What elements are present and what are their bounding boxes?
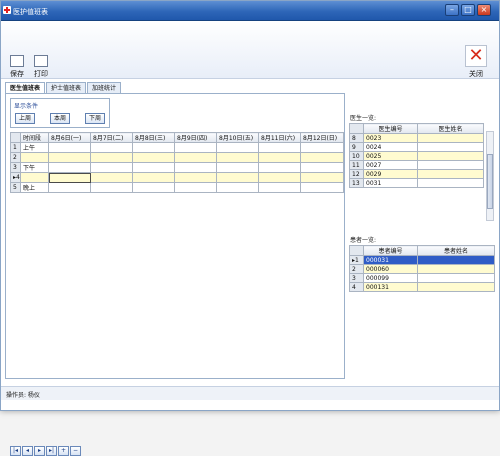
column-header[interactable]: 8月7日(二)	[90, 132, 133, 143]
column-header[interactable]: 医生姓名	[417, 123, 484, 134]
period-cell[interactable]: 晚上	[20, 182, 49, 193]
prev-week-button[interactable]: 上周	[15, 113, 35, 124]
table-row: 1 上午	[10, 142, 344, 153]
table-row[interactable]: 10 0025	[349, 151, 484, 161]
selected-cell[interactable]	[48, 172, 91, 183]
table-row[interactable]: 9 0024	[349, 142, 484, 152]
doctor-table: 医生编号 医生姓名 8 0023 9 0024 10 0025 11 0027 12 00…	[349, 123, 484, 188]
scrollbar-thumb[interactable]	[487, 154, 493, 209]
window-close-button[interactable]: ×	[477, 4, 491, 16]
table-row[interactable]: 4 000131	[349, 282, 495, 292]
doctor-list-label: 医生一览:	[350, 115, 377, 122]
tab-doctor-schedule[interactable]: 医生值班表	[5, 82, 46, 93]
column-header[interactable]: 8月12日(日)	[300, 132, 344, 143]
add-record-button[interactable]: +	[58, 446, 69, 456]
close-icon: ✕	[465, 45, 487, 67]
tab-strip: 医生值班表 护士值班表 加班统计	[5, 82, 122, 93]
filter-label: 显示条件	[14, 103, 39, 110]
doctor-scrollbar[interactable]	[486, 131, 494, 221]
patient-list-label: 患者一览:	[350, 237, 377, 244]
column-header[interactable]: 患者姓名	[417, 245, 495, 256]
table-row: 5 晚上	[10, 182, 344, 193]
filter-group: 显示条件 上周 本周 下周	[10, 98, 110, 128]
row-number: 5	[10, 182, 21, 193]
close-button[interactable]: ✕ 关闭	[461, 45, 491, 79]
row-number: 3	[10, 162, 21, 173]
maximize-button[interactable]: □	[461, 4, 475, 16]
table-row: 2	[10, 152, 344, 163]
minimize-button[interactable]: –	[445, 4, 459, 16]
save-icon	[10, 55, 24, 67]
schedule-table: 时间段 8月6日(一) 8月7日(二) 8月8日(三) 8月9日(四) 8月10…	[10, 132, 344, 193]
period-cell[interactable]	[20, 172, 49, 183]
status-text: 操作员: 杨仪	[6, 392, 40, 399]
delete-record-button[interactable]: −	[70, 446, 81, 456]
last-record-button[interactable]: ▸|	[46, 446, 57, 456]
period-cell[interactable]: 上午	[20, 142, 49, 153]
column-header[interactable]: 8月11日(六)	[258, 132, 301, 143]
column-header[interactable]: 8月6日(一)	[48, 132, 91, 143]
column-header[interactable]: 8月8日(三)	[132, 132, 175, 143]
patient-table: 患者编号 患者姓名 ▸1 000031 2 000060 3 000099 4 0001…	[349, 245, 495, 292]
period-cell[interactable]: 下午	[20, 162, 49, 173]
table-row[interactable]: 11 0027	[349, 160, 484, 170]
lookup-panel: 医生一览: 医生编号 医生姓名 8 0023 9 0024 10 0025 11 002…	[349, 93, 499, 379]
table-row[interactable]: 13 0031	[349, 178, 484, 188]
column-header[interactable]: 8月9日(四)	[174, 132, 217, 143]
table-row: 3 下午	[10, 162, 344, 173]
row-number: 2	[10, 152, 21, 163]
period-cell[interactable]	[20, 152, 49, 163]
first-record-button[interactable]: |◂	[10, 446, 21, 456]
row-number: 1	[10, 142, 21, 153]
table-row: ▸4	[10, 172, 344, 183]
save-button[interactable]: 保存	[7, 55, 27, 79]
current-week-button[interactable]: 本周	[50, 113, 70, 124]
status-bar: 操作员: 杨仪	[1, 386, 499, 400]
tab-overtime-stats[interactable]: 加班统计	[87, 82, 122, 93]
schedule-panel: 显示条件 上周 本周 下周 时间段 8月6日(一) 8月7日(二) 8月8日(三…	[5, 93, 345, 456]
toolbar: 保存 打印 ✕ 关闭	[1, 21, 499, 79]
prev-record-button[interactable]: ◂	[22, 446, 33, 456]
table-row[interactable]: 12 0029	[349, 169, 484, 179]
window-title: 医护值班表	[13, 8, 48, 16]
print-icon	[34, 55, 48, 67]
title-bar: 医护值班表 – □ ×	[1, 1, 499, 21]
app-cross-icon	[3, 6, 11, 14]
app-window: 医护值班表 – □ × 保存 打印 ✕ 关闭 医生值班表 护士值班表 加班统计 …	[0, 0, 500, 456]
column-header[interactable]: 患者编号	[363, 245, 418, 256]
tab-nurse-schedule[interactable]: 护士值班表	[46, 82, 87, 93]
table-row-selected[interactable]: ▸1 000031	[349, 255, 495, 265]
column-header[interactable]: 医生编号	[363, 123, 418, 134]
row-number: ▸4	[10, 172, 21, 183]
schedule-header-row: 时间段 8月6日(一) 8月7日(二) 8月8日(三) 8月9日(四) 8月10…	[10, 132, 344, 143]
print-button[interactable]: 打印	[31, 55, 51, 79]
record-navigator: |◂ ◂ ▸ ▸| + −	[10, 446, 81, 456]
column-header[interactable]: 8月10日(五)	[216, 132, 259, 143]
next-week-button[interactable]: 下周	[85, 113, 105, 124]
table-row[interactable]: 8 0023	[349, 133, 484, 143]
table-row[interactable]: 2 000060	[349, 264, 495, 274]
column-header[interactable]: 时间段	[20, 132, 49, 143]
next-record-button[interactable]: ▸	[34, 446, 45, 456]
table-row[interactable]: 3 000099	[349, 273, 495, 283]
